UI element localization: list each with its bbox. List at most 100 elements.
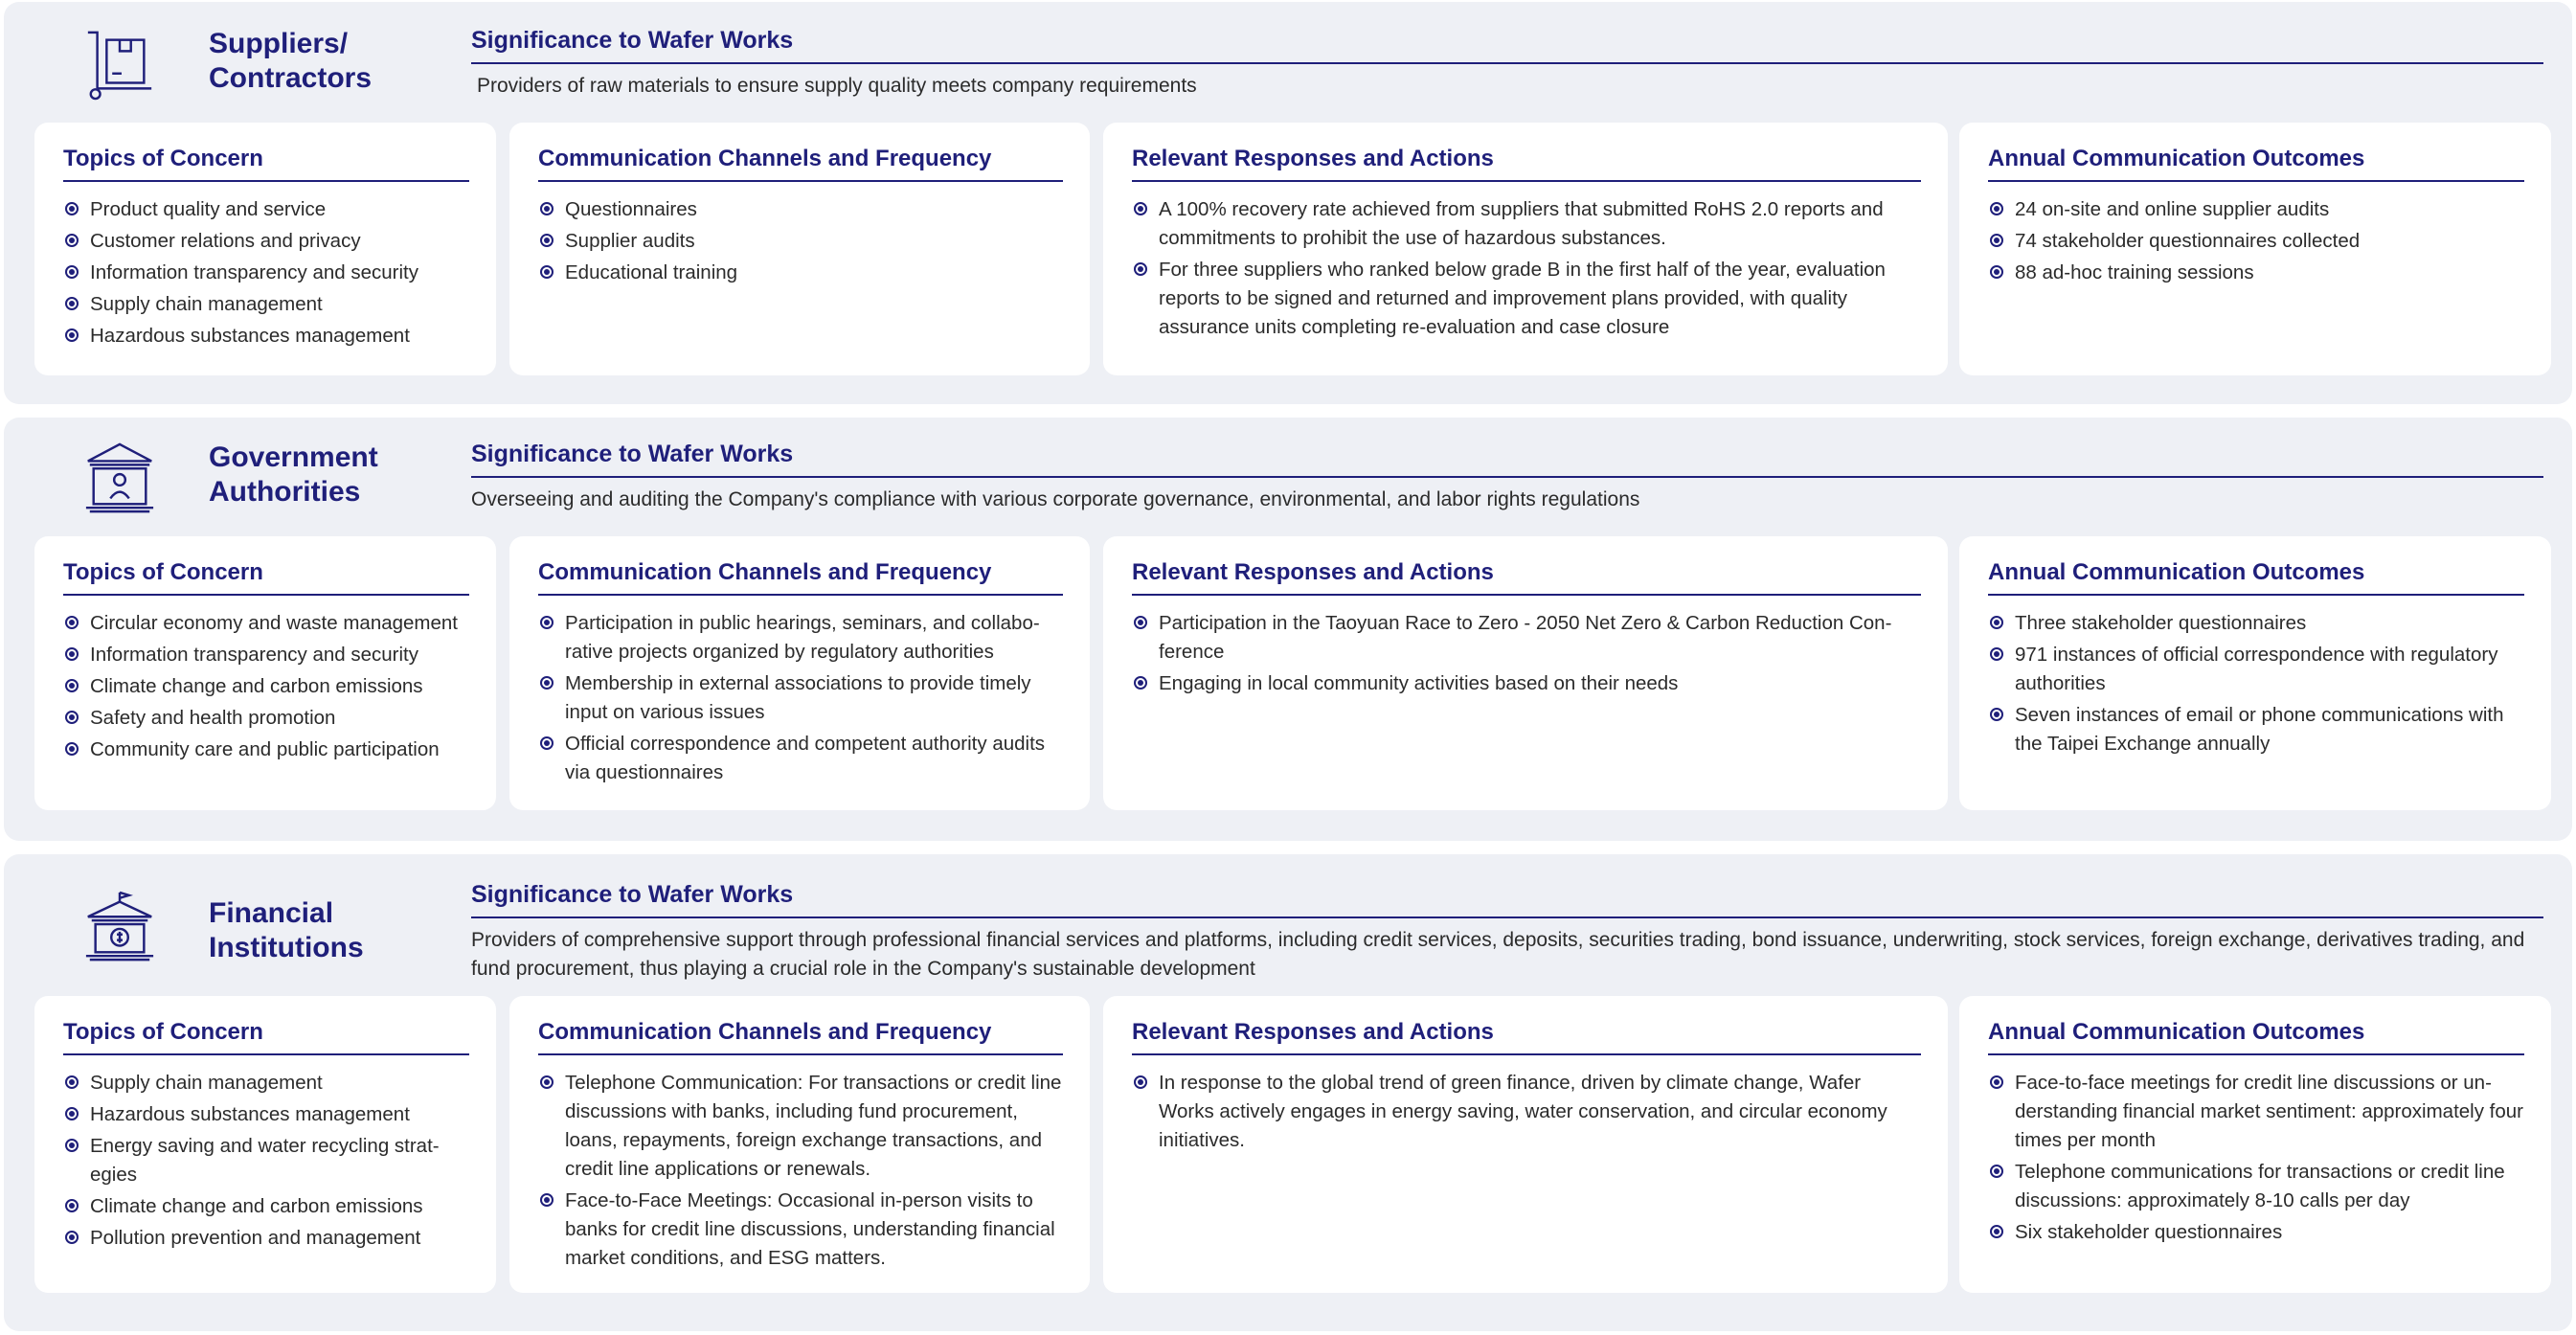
channels-card: Communication Channels and Frequency Par…: [509, 536, 1090, 810]
bullet-icon: [540, 234, 554, 247]
list-item: 24 on-site and online supplier audits: [1988, 195, 2524, 224]
significance-heading: Significance to Wafer Works: [471, 441, 2543, 478]
stakeholder-section-financial: Financial Institutions Significance to W…: [4, 854, 2572, 1331]
responses-card: Relevant Responses and Actions A 100% re…: [1103, 123, 1948, 375]
hand-truck-icon: [87, 31, 152, 101]
list-item: Six stakeholder questionnaires: [1988, 1218, 2524, 1247]
list-item: For three suppliers who ranked below gra…: [1132, 256, 1921, 342]
list-item: 74 stakeholder questionnaires collected: [1988, 227, 2524, 256]
bullet-icon: [540, 676, 554, 690]
list-item: Participation in public hearings, semina…: [538, 609, 1063, 667]
list-item: Educational training: [538, 259, 1063, 287]
bullet-icon: [65, 1075, 79, 1089]
bullet-icon: [540, 736, 554, 750]
outcomes-heading: Annual Communication Outcomes: [1988, 559, 2524, 596]
topics-list: Circular economy and waste management In…: [63, 609, 469, 764]
bullet-icon: [65, 647, 79, 661]
stakeholder-title: Government Authorities: [209, 441, 378, 508]
bullet-icon: [65, 711, 79, 724]
outcomes-list: 24 on-site and online supplier audits 74…: [1988, 195, 2524, 287]
list-item: Seven instances of email or phone commun…: [1988, 701, 2524, 758]
list-item: Climate change and carbon emissions: [63, 672, 469, 701]
list-item: 88 ad-hoc training sessions: [1988, 259, 2524, 287]
stakeholder-title: Financial Institutions: [209, 897, 364, 963]
bullet-icon: [540, 616, 554, 629]
responses-list: Participation in the Taoyuan Race to Zer…: [1132, 609, 1921, 698]
list-item: Telephone Communication: For transaction…: [538, 1069, 1063, 1184]
bullet-icon: [1134, 1075, 1147, 1089]
bullet-icon: [1134, 202, 1147, 215]
outcomes-card: Annual Communication Outcomes 24 on-site…: [1959, 123, 2551, 375]
list-item: Information transparency and security: [63, 641, 469, 669]
channels-heading: Communication Channels and Frequency: [538, 1019, 1063, 1055]
bank-icon: [85, 891, 154, 962]
bullet-icon: [540, 265, 554, 279]
list-item: Supplier audits: [538, 227, 1063, 256]
list-item: Participation in the Taoyuan Race to Zer…: [1132, 609, 1921, 667]
bullet-icon: [1990, 616, 2003, 629]
list-item: Hazardous substances management: [63, 1100, 469, 1129]
stakeholder-section-government: Government Authorities Significance to W…: [4, 418, 2572, 841]
list-item: Community care and public participation: [63, 735, 469, 764]
responses-heading: Relevant Responses and Actions: [1132, 1019, 1921, 1055]
responses-heading: Relevant Responses and Actions: [1132, 559, 1921, 596]
significance-block: Significance to Wafer Works Overseeing a…: [471, 441, 2543, 514]
bullet-icon: [65, 742, 79, 756]
bullet-icon: [1134, 676, 1147, 690]
list-item: Hazardous substances management: [63, 322, 469, 351]
bullet-icon: [65, 1231, 79, 1244]
bullet-icon: [1134, 616, 1147, 629]
bullet-icon: [540, 202, 554, 215]
topics-list: Product quality and service Customer rel…: [63, 195, 469, 351]
channels-list: Telephone Communication: For transaction…: [538, 1069, 1063, 1273]
list-item: In response to the global trend of green…: [1132, 1069, 1921, 1155]
bullet-icon: [65, 616, 79, 629]
channels-heading: Communication Channels and Frequency: [538, 559, 1063, 596]
list-item: Membership in external associations to p…: [538, 669, 1063, 727]
outcomes-card: Annual Communication Outcomes Three stak…: [1959, 536, 2551, 810]
bullet-icon: [65, 1199, 79, 1212]
bullet-icon: [65, 297, 79, 310]
responses-list: In response to the global trend of green…: [1132, 1069, 1921, 1155]
bullet-icon: [65, 234, 79, 247]
bullet-icon: [1990, 1225, 2003, 1238]
bullet-icon: [1990, 708, 2003, 721]
outcomes-card: Annual Communication Outcomes Face-to-fa…: [1959, 996, 2551, 1293]
list-item: Supply chain management: [63, 290, 469, 319]
bullet-icon: [65, 202, 79, 215]
list-item: Supply chain management: [63, 1069, 469, 1097]
list-item: A 100% recovery rate achieved from suppl…: [1132, 195, 1921, 253]
list-item: Questionnaires: [538, 195, 1063, 224]
topics-heading: Topics of Concern: [63, 1019, 469, 1055]
bullet-icon: [65, 265, 79, 279]
significance-text: Providers of raw materials to ensure sup…: [477, 75, 1197, 97]
list-item: Engaging in local community activities b…: [1132, 669, 1921, 698]
topics-heading: Topics of Concern: [63, 146, 469, 182]
outcomes-list: Three stakeholder questionnaires 971 ins…: [1988, 609, 2524, 758]
responses-list: A 100% recovery rate achieved from suppl…: [1132, 195, 1921, 342]
outcomes-heading: Annual Communication Outcomes: [1988, 146, 2524, 182]
responses-heading: Relevant Responses and Actions: [1132, 146, 1921, 182]
channels-card: Communication Channels and Frequency Tel…: [509, 996, 1090, 1293]
outcomes-list: Face-to-face meetings for credit line di…: [1988, 1069, 2524, 1247]
bullet-icon: [1990, 202, 2003, 215]
stakeholder-section-suppliers: Suppliers/ Contractors Significance to W…: [4, 2, 2572, 404]
channels-list: Participation in public hearings, semina…: [538, 609, 1063, 787]
list-item: Product quality and service: [63, 195, 469, 224]
significance-text: Overseeing and auditing the Company's co…: [471, 488, 1640, 510]
responses-card: Relevant Responses and Actions Participa…: [1103, 536, 1948, 810]
outcomes-heading: Annual Communication Outcomes: [1988, 1019, 2524, 1055]
list-item: Face-to-face meetings for credit line di…: [1988, 1069, 2524, 1155]
list-item: Customer relations and privacy: [63, 227, 469, 256]
bullet-icon: [1990, 647, 2003, 661]
responses-card: Relevant Responses and Actions In respon…: [1103, 996, 1948, 1293]
bullet-icon: [65, 1107, 79, 1120]
stakeholder-title: Suppliers/ Contractors: [209, 28, 373, 94]
bullet-icon: [540, 1075, 554, 1089]
list-item: Safety and health promotion: [63, 704, 469, 733]
bullet-icon: [1990, 1165, 2003, 1178]
list-item: Energy saving and water recycling strat­…: [63, 1132, 469, 1189]
channels-heading: Communication Channels and Frequency: [538, 146, 1063, 182]
bullet-icon: [1990, 265, 2003, 279]
topics-card: Topics of Concern Supply chain managemen…: [34, 996, 496, 1293]
